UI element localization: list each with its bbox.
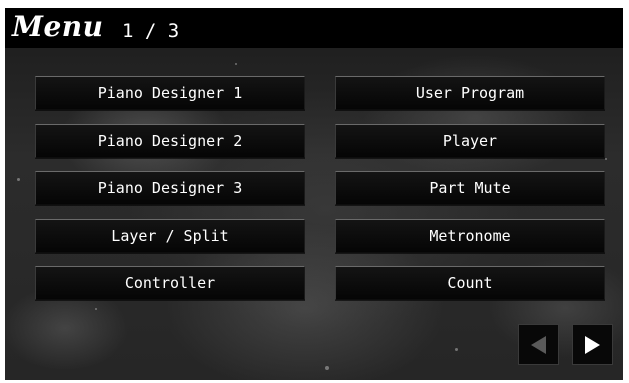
page-title: Menu	[12, 10, 104, 43]
metronome-button[interactable]: Metronome	[335, 219, 605, 253]
controller-button[interactable]: Controller	[35, 266, 305, 300]
next-page-button[interactable]	[572, 324, 613, 365]
texture-speck	[17, 178, 20, 181]
previous-page-button[interactable]	[518, 324, 559, 365]
player-button[interactable]: Player	[335, 124, 605, 158]
layer-split-button[interactable]: Layer / Split	[35, 219, 305, 253]
triangle-right-icon	[585, 335, 600, 354]
count-button[interactable]: Count	[335, 266, 605, 300]
menu-screen: Menu 1 / 3 Piano Designer 1 Piano Design…	[5, 8, 623, 380]
piano-designer-1-button[interactable]: Piano Designer 1	[35, 76, 305, 110]
texture-speck	[95, 308, 97, 310]
piano-designer-2-button[interactable]: Piano Designer 2	[35, 124, 305, 158]
texture-speck	[455, 348, 458, 351]
texture-speck	[325, 366, 329, 370]
part-mute-button[interactable]: Part Mute	[335, 171, 605, 205]
texture-speck	[235, 63, 237, 65]
user-program-button[interactable]: User Program	[335, 76, 605, 110]
piano-designer-3-button[interactable]: Piano Designer 3	[35, 171, 305, 205]
texture-speck	[605, 158, 607, 160]
title-bar: Menu 1 / 3	[5, 8, 623, 48]
triangle-left-icon	[531, 335, 546, 354]
page-indicator: 1 / 3	[122, 20, 180, 42]
